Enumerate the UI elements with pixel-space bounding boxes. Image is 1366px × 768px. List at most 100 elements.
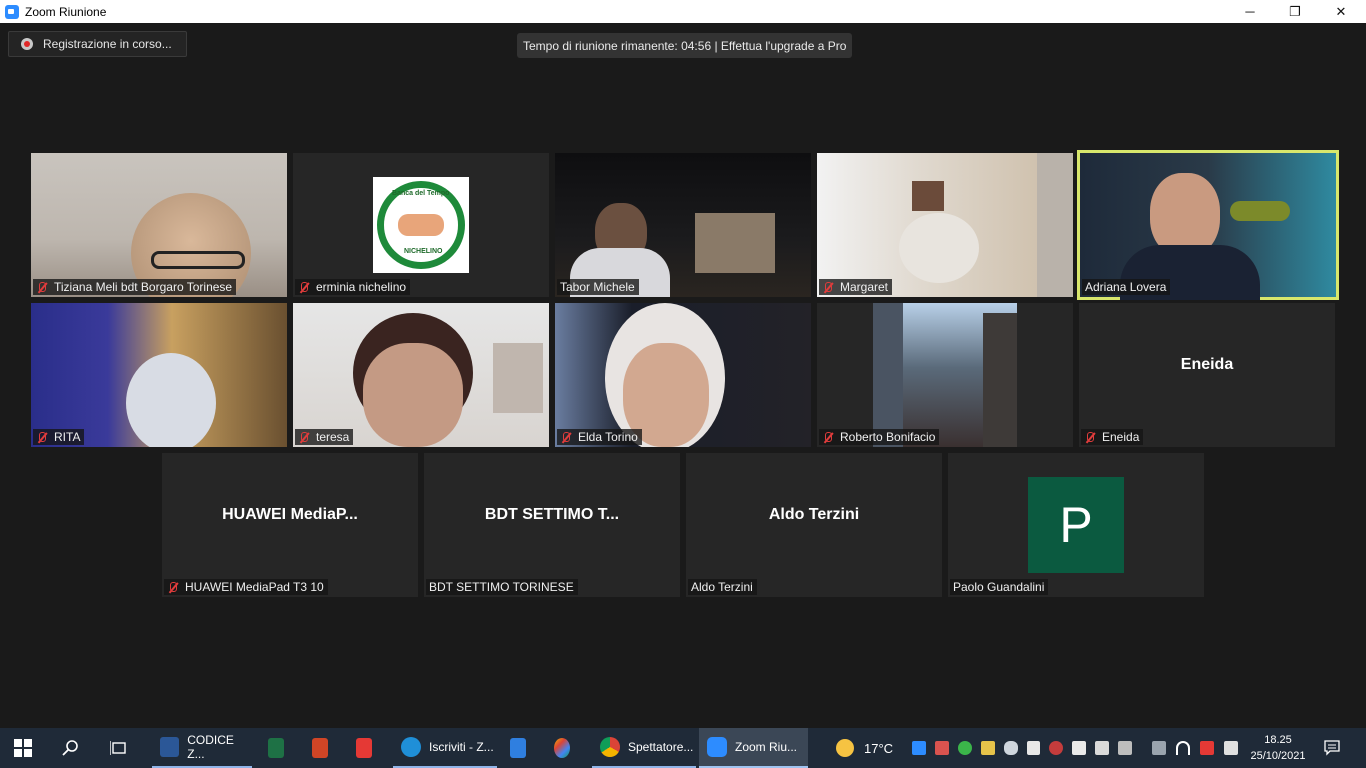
taskbar-app-word[interactable]: CODICE Z... (152, 728, 252, 768)
calendar-icon (510, 738, 526, 758)
video-tile[interactable]: teresa (293, 303, 549, 447)
shield-icon[interactable] (1026, 741, 1041, 755)
video-tile[interactable]: Margaret (817, 153, 1073, 297)
video-feed (555, 153, 811, 297)
participant-name: Adriana Lovera (1082, 279, 1171, 295)
close-button[interactable]: ✕ (1318, 0, 1364, 23)
anydesk-tray-icon[interactable] (1200, 741, 1214, 755)
recording-label: Registrazione in corso... (43, 37, 172, 51)
participant-name: HUAWEI MediaPad T3 10 (164, 579, 328, 595)
taskbar-app-zoom[interactable]: Zoom Riu... (699, 728, 808, 768)
taskbar-app-anydesk[interactable] (356, 728, 380, 768)
participant-name: Aldo Terzini (688, 579, 757, 595)
zoom-icon (5, 4, 19, 19)
tools-icon[interactable] (1095, 741, 1110, 755)
taskbar-app-chrome[interactable]: Spettatore... (592, 728, 696, 768)
muted-mic-icon (36, 431, 48, 444)
task-view-icon (110, 741, 126, 755)
video-tile[interactable]: Roberto Bonifacio (817, 303, 1073, 447)
participant-name: Paolo Guandalini (950, 579, 1049, 595)
participant-display-name: BDT SETTIMO T... (484, 506, 620, 523)
recording-indicator[interactable]: Registrazione in corso... (8, 31, 187, 57)
video-tile[interactable]: RITA (31, 303, 287, 447)
participant-name: Margaret (819, 279, 893, 295)
video-feed (1080, 153, 1336, 300)
muted-mic-icon (1084, 431, 1096, 444)
video-feed (31, 303, 287, 447)
video-tile[interactable]: Tabor Michele (555, 153, 811, 297)
video-tile[interactable]: HUAWEI MediaP... HUAWEI MediaPad T3 10 (162, 453, 418, 597)
windows-icon (14, 739, 32, 757)
participant-name: Tiziana Meli bdt Borgaro Torinese (33, 279, 237, 295)
system-tray-icons (912, 728, 1133, 768)
sun-icon (836, 739, 854, 757)
network-drive-icon[interactable] (934, 741, 949, 755)
participant-name: teresa (295, 429, 354, 445)
video-tile[interactable]: Banca del Tempo NICHELINO erminia nichel… (293, 153, 549, 297)
video-feed (873, 303, 1017, 447)
avatar: P (1028, 477, 1124, 573)
edge-icon (401, 737, 421, 757)
keyboard-icon[interactable] (1152, 741, 1166, 755)
participant-name: Roberto Bonifacio (819, 429, 940, 445)
participant-name: erminia nichelino (295, 279, 411, 295)
video-feed (31, 153, 287, 297)
participant-display-name: Eneida (1180, 356, 1234, 373)
weather-widget[interactable]: 17°C (836, 728, 900, 768)
zoom-icon (707, 737, 727, 757)
chrome-icon (600, 737, 620, 757)
battery-icon[interactable] (1072, 741, 1087, 755)
anydesk-icon (356, 738, 372, 758)
clock-date: 25/10/2021 (1250, 750, 1306, 762)
taskbar-app-calendar[interactable] (510, 728, 534, 768)
taskbar-clock[interactable]: 18.25 25/10/2021 (1246, 732, 1310, 764)
record-icon (21, 38, 33, 50)
banca-del-tempo-logo: Banca del Tempo NICHELINO (373, 177, 469, 273)
windows-taskbar: CODICE Z... Iscriviti - Z... Spettatore.… (0, 728, 1366, 768)
video-tile[interactable]: Eneida Eneida (1079, 303, 1335, 447)
video-tile[interactable]: Aldo Terzini Aldo Terzini (686, 453, 942, 597)
muted-mic-icon (822, 281, 834, 294)
video-feed (555, 303, 811, 447)
taskbar-app-excel[interactable] (268, 728, 292, 768)
search-button[interactable] (62, 728, 82, 768)
muted-mic-icon (298, 431, 310, 444)
participant-name: Eneida (1081, 429, 1144, 445)
printer-icon[interactable] (1118, 741, 1133, 755)
clock-time: 18.25 (1264, 734, 1292, 746)
task-view-button[interactable] (110, 728, 130, 768)
minimize-button[interactable]: ─ (1227, 0, 1273, 23)
taskbar-app-edge[interactable]: Iscriviti - Z... (393, 728, 497, 768)
check-icon[interactable] (957, 741, 972, 755)
video-tile[interactable]: BDT SETTIMO T... BDT SETTIMO TORINESE (424, 453, 680, 597)
muted-mic-icon (560, 431, 572, 444)
video-tile[interactable]: P Paolo Guandalini (948, 453, 1204, 597)
notification-icon (1324, 740, 1340, 756)
participant-name: RITA (33, 429, 85, 445)
speaker-icon[interactable] (1224, 741, 1238, 755)
video-tile[interactable]: Elda Torino (555, 303, 811, 447)
window-titlebar: Zoom Riunione ─ ❐ ✕ (0, 0, 1366, 23)
excel-icon (268, 738, 284, 758)
powerpoint-icon (312, 738, 328, 758)
system-tray-status (1152, 728, 1242, 768)
video-tile[interactable]: Tiziana Meli bdt Borgaro Torinese (31, 153, 287, 297)
video-tile-active-speaker[interactable]: Adriana Lovera (1077, 150, 1339, 300)
participant-name: Tabor Michele (557, 279, 639, 295)
security-icon[interactable] (1049, 741, 1064, 755)
muted-mic-icon (822, 431, 834, 444)
restore-button[interactable]: ❐ (1272, 0, 1318, 23)
taskbar-app-photos[interactable] (554, 728, 578, 768)
zoom-tray-icon[interactable] (912, 741, 926, 755)
wifi-icon[interactable] (1176, 741, 1190, 755)
start-button[interactable] (14, 728, 34, 768)
muted-mic-icon (167, 581, 179, 594)
usb-icon[interactable] (980, 741, 995, 755)
muted-mic-icon (36, 281, 48, 294)
video-feed (817, 153, 1073, 297)
microphone-icon[interactable] (1003, 741, 1018, 755)
taskbar-app-powerpoint[interactable] (312, 728, 336, 768)
notifications-button[interactable] (1324, 728, 1344, 768)
search-icon (62, 740, 78, 756)
meeting-timer[interactable]: Tempo di riunione rimanente: 04:56 | Eff… (517, 33, 853, 58)
